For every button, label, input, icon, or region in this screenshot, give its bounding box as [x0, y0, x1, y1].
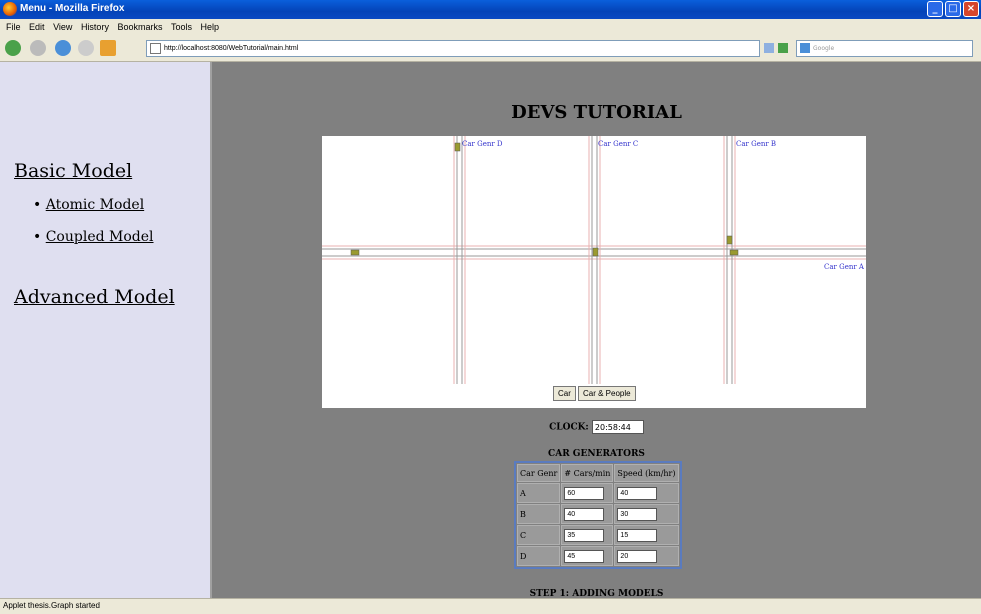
cars-per-min-field[interactable]	[564, 486, 605, 500]
atomic-model-link[interactable]: Atomic Model	[46, 197, 144, 213]
go-icon[interactable]	[778, 43, 788, 53]
genr-cell: B	[517, 504, 561, 524]
cars-per-min-field[interactable]	[564, 549, 605, 563]
menu-edit[interactable]: Edit	[29, 22, 45, 32]
menu-file[interactable]: File	[6, 22, 21, 32]
cars-per-min-field[interactable]	[564, 507, 605, 521]
reload-icon[interactable]	[55, 40, 71, 56]
generator-label-c: Car Genr C	[598, 140, 639, 148]
navigation-toolbar: http://localhost:8080/WebTutorial/main.h…	[0, 35, 981, 62]
generator-label-b: Car Genr B	[736, 140, 777, 148]
menu-tools[interactable]: Tools	[171, 22, 192, 32]
url-text: http://localhost:8080/WebTutorial/main.h…	[164, 45, 299, 52]
table-row: C	[517, 525, 679, 545]
search-placeholder: Google	[813, 45, 835, 52]
firefox-icon	[3, 2, 17, 16]
minimize-button[interactable]: _	[927, 1, 943, 17]
advanced-model-link[interactable]: Advanced Model	[14, 286, 175, 308]
stop-icon[interactable]	[78, 40, 94, 56]
main-frame: DEVS TUTORIAL Car Genr D Car Genr C Car …	[212, 62, 981, 599]
title-bar: Menu - Mozilla Firefox _ □ ×	[0, 0, 981, 19]
google-icon	[800, 43, 810, 53]
generator-label-d: Car Genr D	[462, 140, 503, 148]
car	[454, 142, 461, 152]
genr-cell: D	[517, 546, 561, 566]
page-icon	[150, 43, 161, 54]
car	[726, 235, 733, 245]
cars-per-min-field[interactable]	[564, 528, 605, 542]
sidebar-item-atomic: • Atomic Model	[33, 197, 145, 213]
table-row: D	[517, 546, 679, 566]
clock-label: CLOCK:	[549, 422, 589, 433]
car-generators-table: Car Genr # Cars/min Speed (km/hr) A B C …	[514, 461, 682, 569]
left-frame: Basic Model • Atomic Model • Coupled Mod…	[0, 62, 212, 598]
basic-model-link[interactable]: Basic Model	[14, 160, 132, 182]
table-row: B	[517, 504, 679, 524]
table-row: A	[517, 483, 679, 503]
clock-row: CLOCK:	[212, 420, 981, 434]
home-icon[interactable]	[100, 40, 116, 56]
maximize-button[interactable]: □	[945, 1, 961, 17]
genr-cell: C	[517, 525, 561, 545]
sidebar-item-coupled: • Coupled Model	[33, 229, 154, 245]
car	[592, 247, 599, 257]
menu-history[interactable]: History	[81, 22, 109, 32]
road-grid	[322, 136, 866, 384]
menu-bar: File Edit View History Bookmarks Tools H…	[0, 19, 981, 35]
menu-help[interactable]: Help	[201, 22, 220, 32]
column-header: # Cars/min	[561, 464, 614, 482]
car	[729, 249, 739, 256]
car-people-button[interactable]: Car & People	[578, 386, 636, 401]
genr-cell: A	[517, 483, 561, 503]
speed-field[interactable]	[617, 486, 658, 500]
traffic-applet[interactable]: Car Genr D Car Genr C Car Genr B Car Gen…	[322, 136, 866, 408]
back-icon[interactable]	[5, 40, 21, 56]
car	[350, 249, 360, 256]
generator-label-a: Car Genr A	[824, 263, 864, 271]
status-bar: Applet thesis.Graph started	[0, 598, 981, 614]
car-button[interactable]: Car	[553, 386, 576, 401]
speed-field[interactable]	[617, 528, 658, 542]
forward-icon[interactable]	[30, 40, 46, 56]
speed-field[interactable]	[617, 549, 658, 563]
page-title: DEVS TUTORIAL	[511, 102, 682, 123]
search-input[interactable]: Google	[796, 40, 973, 57]
table-header-row: Car Genr # Cars/min Speed (km/hr)	[517, 464, 679, 482]
column-header: Speed (km/hr)	[614, 464, 679, 482]
coupled-model-link[interactable]: Coupled Model	[46, 229, 154, 245]
menu-bookmarks[interactable]: Bookmarks	[117, 22, 162, 32]
menu-view[interactable]: View	[53, 22, 72, 32]
clock-field[interactable]	[591, 420, 644, 434]
close-button[interactable]: ×	[963, 1, 979, 17]
column-header: Car Genr	[517, 464, 561, 482]
url-bar[interactable]: http://localhost:8080/WebTutorial/main.h…	[146, 40, 760, 57]
window-title: Menu - Mozilla Firefox	[20, 3, 125, 14]
speed-field[interactable]	[617, 507, 658, 521]
dropdown-icon[interactable]	[764, 43, 774, 53]
status-text: Applet thesis.Graph started	[3, 601, 100, 610]
car-generators-title: CAR GENERATORS	[548, 449, 645, 459]
